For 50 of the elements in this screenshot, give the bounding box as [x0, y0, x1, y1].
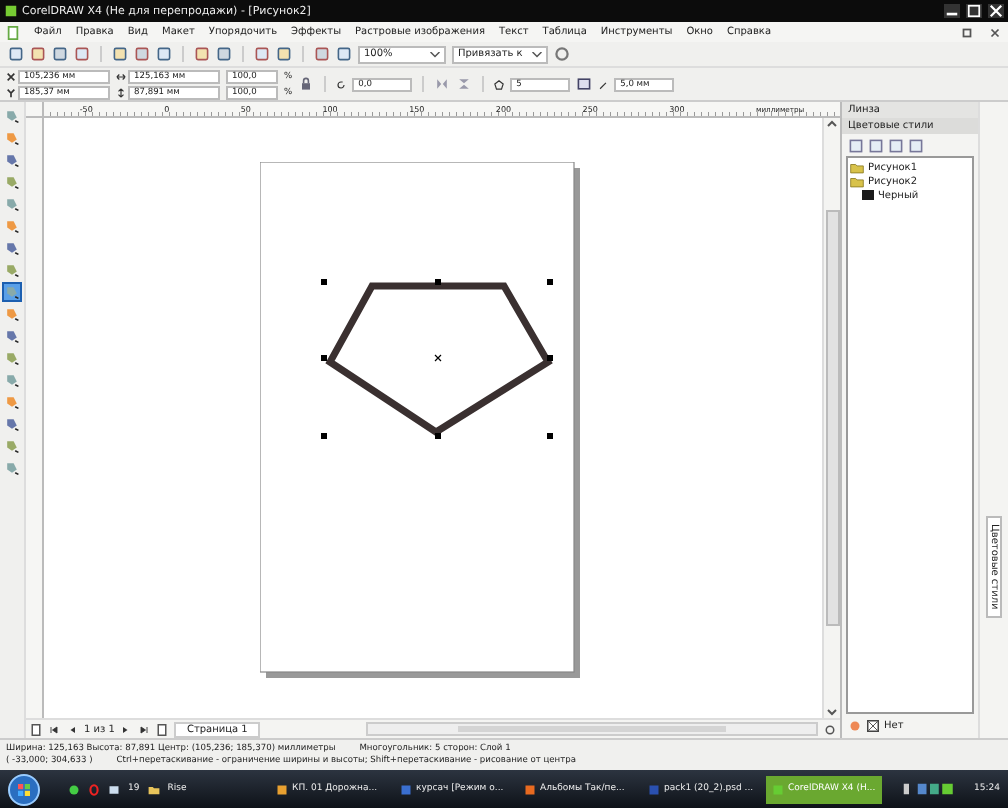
maximize-icon[interactable] — [966, 4, 982, 18]
tray-icons[interactable] — [902, 782, 959, 796]
selection-handle[interactable] — [547, 433, 553, 439]
app-icon — [4, 4, 18, 18]
app-icon — [524, 783, 537, 795]
x-axis-icon — [6, 71, 16, 81]
vertical-scrollbar[interactable] — [825, 210, 839, 626]
desktop-icon[interactable] — [108, 783, 120, 795]
first-page-icon[interactable] — [48, 723, 60, 735]
app-icon[interactable] — [68, 783, 80, 795]
minimize-icon[interactable] — [944, 4, 960, 18]
selection-handle[interactable] — [435, 279, 441, 285]
selection-handle[interactable] — [321, 433, 327, 439]
scroll-up-icon[interactable] — [826, 118, 838, 130]
selection-handle[interactable] — [547, 279, 553, 285]
navigator-icon[interactable] — [824, 723, 836, 735]
last-page-icon[interactable] — [138, 723, 151, 735]
selection-handle[interactable] — [321, 355, 327, 361]
horizontal-scrollbar[interactable] — [365, 722, 818, 736]
close-icon[interactable] — [988, 25, 1002, 39]
rotate-icon — [336, 79, 347, 89]
add-page-icon[interactable] — [156, 723, 169, 735]
browser-icon[interactable] — [88, 783, 100, 795]
pentagon[interactable] — [325, 282, 553, 437]
folder-icon[interactable] — [147, 783, 160, 795]
previous-page-icon[interactable] — [66, 723, 78, 735]
caret-icon — [430, 51, 440, 57]
scroll-down-icon[interactable] — [826, 706, 838, 718]
start-button[interactable] — [8, 773, 40, 805]
caret-icon — [532, 51, 542, 57]
lock-icon[interactable] — [298, 76, 315, 92]
restore-icon[interactable] — [960, 25, 974, 39]
height-arrow-icon — [116, 87, 126, 97]
selection-handle[interactable] — [435, 433, 441, 439]
selection-handle[interactable] — [547, 355, 553, 361]
pen-icon — [598, 79, 609, 89]
y-axis-icon — [6, 87, 16, 97]
app-icon — [772, 783, 785, 795]
app-icon — [400, 783, 413, 795]
add-page-icon[interactable] — [30, 723, 42, 735]
next-page-icon[interactable] — [120, 723, 133, 735]
selection-handle[interactable] — [321, 279, 327, 285]
center-mark — [434, 354, 442, 362]
mirror-horizontal-icon[interactable] — [434, 76, 451, 92]
mirror-vertical-icon[interactable] — [456, 76, 473, 92]
no-fill-icon — [866, 720, 880, 732]
app-icon — [276, 783, 289, 795]
options-icon[interactable] — [554, 46, 570, 62]
app-icon — [648, 783, 661, 795]
width-arrow-icon — [116, 71, 126, 81]
